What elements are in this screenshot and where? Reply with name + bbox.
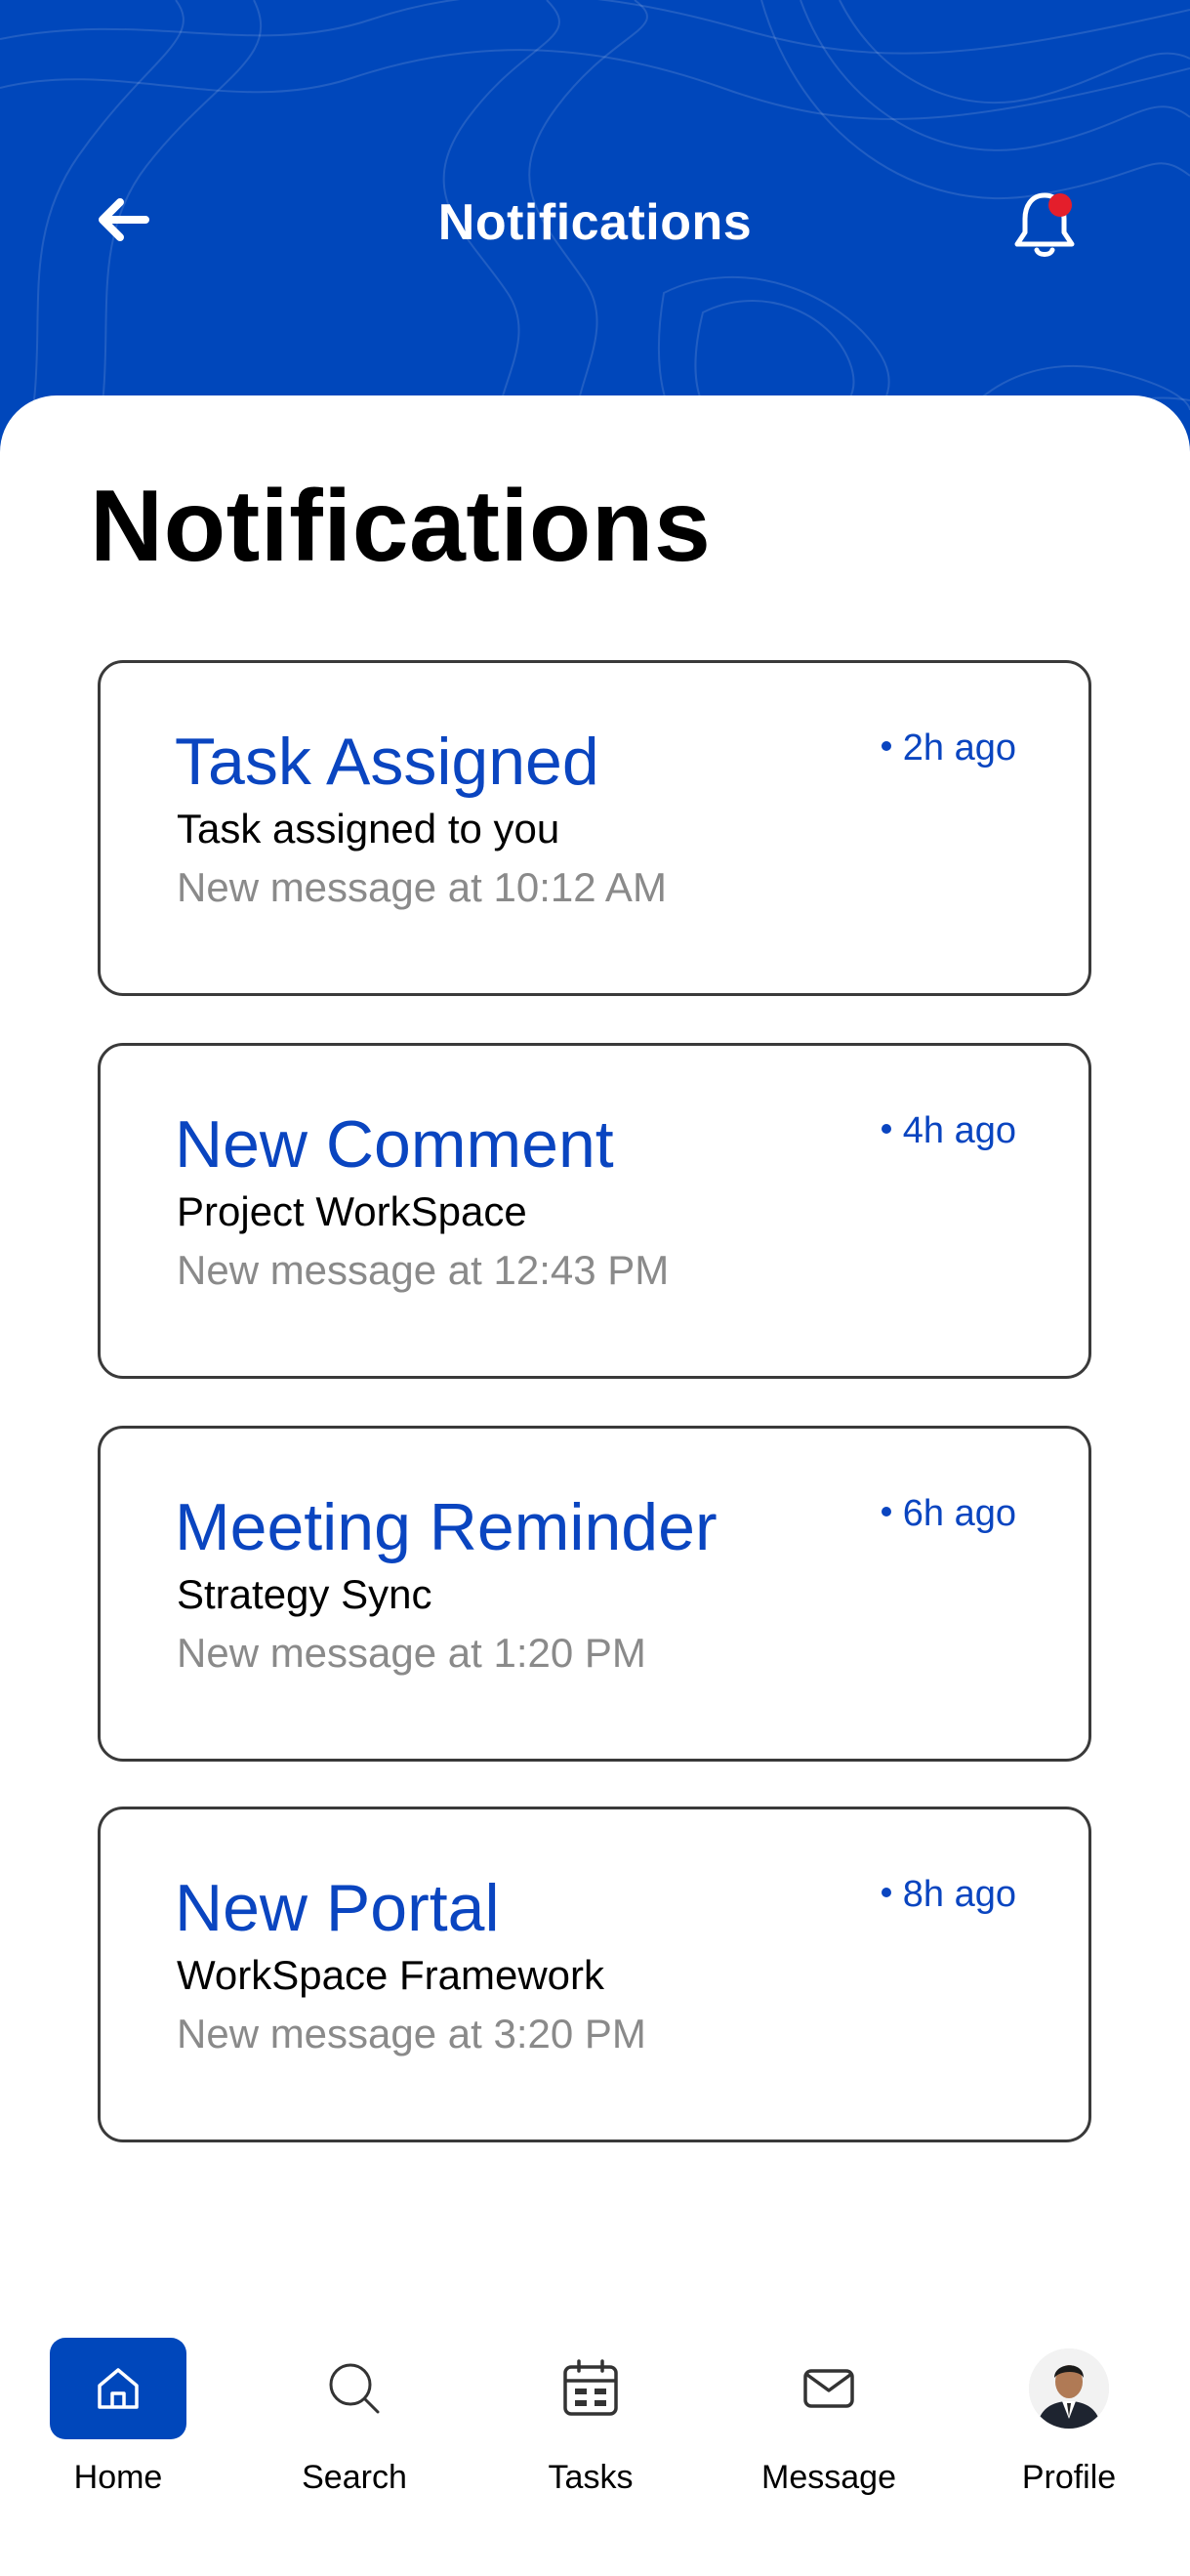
nav-label-tasks: Tasks <box>548 2459 634 2496</box>
notifications-screen: Notifications Notifications Task Assigne… <box>0 0 1190 2576</box>
notification-time-text: 6h ago <box>902 1493 1016 1534</box>
bullet-dot <box>881 740 891 751</box>
notification-time: 6h ago <box>881 1493 1016 1535</box>
nav-label-home: Home <box>73 2459 163 2496</box>
notification-title: Meeting Reminder <box>175 1490 718 1564</box>
nav-tasks-icon-wrap <box>522 2338 659 2439</box>
notification-card[interactable]: Task Assigned 2h ago Task assigned to yo… <box>98 660 1091 996</box>
notification-time-text: 8h ago <box>902 1874 1016 1915</box>
search-icon <box>329 2363 380 2414</box>
mail-icon <box>803 2369 854 2408</box>
notifications-bell-button[interactable] <box>1005 186 1084 264</box>
notification-subtitle: Strategy Sync <box>177 1571 432 1617</box>
avatar <box>1029 2348 1109 2429</box>
notification-card[interactable]: New Comment 4h ago Project WorkSpace New… <box>98 1043 1091 1379</box>
notification-time: 4h ago <box>881 1110 1016 1152</box>
nav-item-search[interactable]: Search <box>257 2324 452 2519</box>
calendar-icon <box>563 2359 618 2416</box>
page-title: Notifications <box>90 470 712 583</box>
nav-item-message[interactable]: Message <box>731 2324 926 2519</box>
nav-label-profile: Profile <box>1021 2459 1117 2496</box>
unread-badge <box>1048 193 1072 217</box>
bullet-dot <box>881 1123 891 1134</box>
nav-label-message: Message <box>761 2459 896 2496</box>
nav-label-search: Search <box>302 2459 407 2496</box>
notification-subtitle: Task assigned to you <box>177 806 560 852</box>
bullet-dot <box>881 1887 891 1897</box>
notification-meta: New message at 12:43 PM <box>177 1247 670 1293</box>
notification-card[interactable]: New Portal 8h ago WorkSpace Framework Ne… <box>98 1807 1091 2142</box>
notification-card[interactable]: Meeting Reminder 6h ago Strategy Sync Ne… <box>98 1426 1091 1762</box>
notification-time-text: 4h ago <box>902 1110 1016 1151</box>
notification-meta: New message at 3:20 PM <box>177 2011 646 2057</box>
bullet-dot <box>881 1506 891 1517</box>
notification-meta: New message at 10:12 AM <box>177 864 667 910</box>
notification-subtitle: Project WorkSpace <box>177 1188 527 1234</box>
bell-icon <box>1014 192 1075 257</box>
notification-subtitle: WorkSpace Framework <box>177 1952 605 1998</box>
notification-time: 2h ago <box>881 727 1016 769</box>
nav-item-tasks[interactable]: Tasks <box>493 2324 688 2519</box>
profile-photo <box>1029 2348 1109 2429</box>
nav-search-icon-wrap <box>286 2338 423 2439</box>
notification-time-text: 2h ago <box>902 727 1016 769</box>
nav-item-home[interactable]: Home <box>21 2324 216 2519</box>
notification-title: New Comment <box>175 1107 614 1182</box>
nav-home-highlight <box>50 2338 186 2439</box>
notification-time: 8h ago <box>881 1874 1016 1916</box>
home-icon <box>98 2368 139 2409</box>
nav-profile-icon-wrap <box>1001 2338 1137 2439</box>
notification-title: New Portal <box>175 1871 500 1945</box>
notification-title: Task Assigned <box>175 725 599 799</box>
notification-meta: New message at 1:20 PM <box>177 1630 646 1676</box>
nav-item-profile[interactable]: Profile <box>971 2324 1167 2519</box>
bottom-navigation: Home Search Tasks Message Profile <box>0 2324 1190 2576</box>
nav-message-icon-wrap <box>760 2338 897 2439</box>
